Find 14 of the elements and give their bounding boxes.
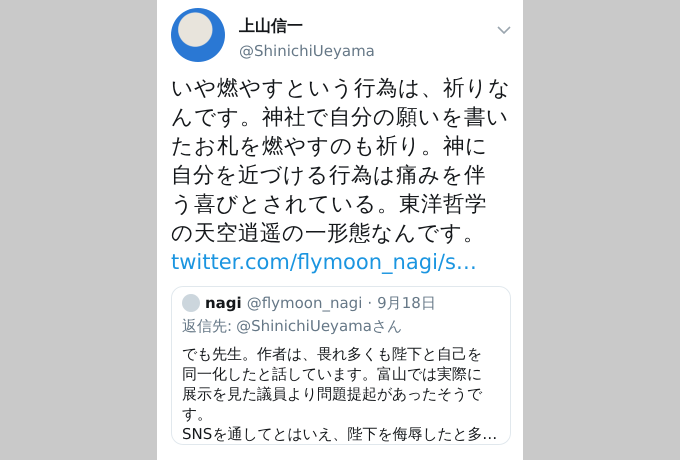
quoted-date: 9月18日 [377, 293, 436, 313]
reply-to-handle: @ShinichiUeyamaさん [236, 316, 402, 336]
avatar-photo-placeholder[interactable] [171, 8, 225, 62]
chevron-down-icon[interactable] [497, 26, 511, 35]
quoted-tweet-card[interactable]: nagi @flymoon_nagi · 9月18日 返信先: @ShinichiUeyamaさん でも先生。作者は、畏れ多くも陛下と自己を 同一化したと話しています。富山では実際に 展示を見た議員より問題提起があったそうで す。 SNSを通してとはいえ、陛下を侮辱したと多… [171, 286, 511, 445]
separator-dot: · [367, 293, 372, 313]
quoted-author-handle: @flymoon_nagi [246, 293, 362, 313]
author-name[interactable]: 上山信一 [239, 16, 375, 36]
quoted-tweet-text: でも先生。作者は、畏れ多くも陛下と自己を 同一化したと話しています。富山では実際に 展示を見た議員より問題提起があったそうで す。 SNSを通してとはいえ、陛下を侮辱したと多… [182, 344, 498, 444]
quoted-author-name: nagi [205, 293, 242, 313]
author-handle[interactable]: @ShinichiUeyama [239, 42, 375, 60]
tweet-text: いや燃やすという行為は、祈りな んです。神社で自分の願いを書い たお札を燃やすのも祈り。神に 自分を近づける行為は痛みを伴 う喜びとされている。東洋哲学 の天空逍遥の一形態なんです。 [171, 75, 511, 248]
reply-label: 返信先: [182, 316, 232, 336]
avatar-circle [182, 294, 200, 312]
